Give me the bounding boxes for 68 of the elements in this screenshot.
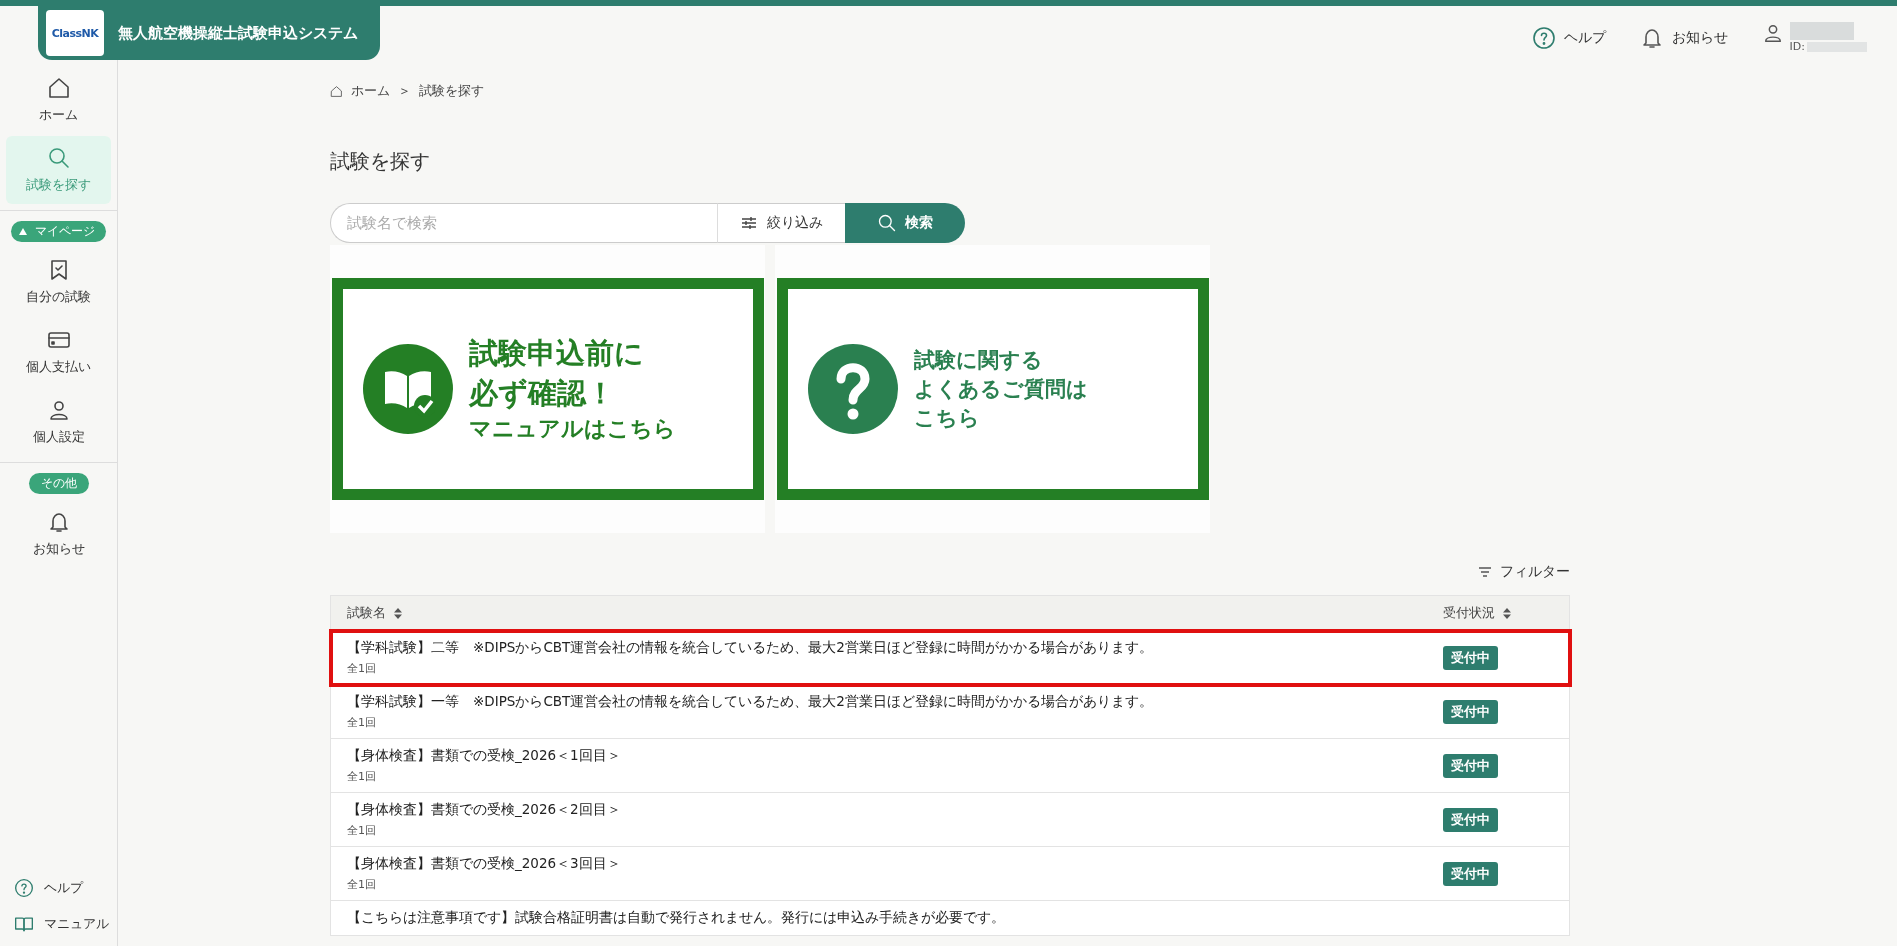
app-title: 無人航空機操縦士試験申込システム [118,23,358,43]
banner[interactable]: 試験申込前に 必ず確認！ マニュアルはこちら [330,245,765,533]
sidebar-item[interactable]: 自分の試験 [6,248,111,316]
sidebar-item[interactable]: ホーム [6,66,111,134]
table-row[interactable]: 【学科試験】二等 ※DIPSからCBT運営会社の情報を統合しているため、最大2営業日ほど登録に時間がかかる場合があります。 全1回 受付中 [330,630,1570,685]
banner-text: こちら [913,404,981,432]
blurred-user-id [1807,41,1867,52]
app-brand-bar[interactable]: ClassNK 無人航空機操縦士試験申込システム [38,6,380,60]
session-count: 全1回 [347,661,377,676]
logo: ClassNK [46,10,104,56]
table-row[interactable]: 【身体検査】書類での受検_2026＜3回目＞ 全1回 受付中 [330,846,1570,901]
status-badge: 受付中 [1443,861,1498,886]
search-button[interactable]: 検索 [845,203,965,243]
column-header[interactable]: 試験名 [347,604,402,622]
exam-name: 【こちらは注意事項です】試験合格証明書は自動で発行されません。発行には申込み手続きが必要です。 [347,909,1006,927]
exam-name: 【身体検査】書類での受検_2026＜3回目＞ [347,855,622,873]
home-icon [330,84,343,98]
sidebar-item[interactable]: 個人支払い [6,318,111,386]
session-count: 全1回 [347,769,377,784]
help-icon [14,878,34,898]
status-badge: 受付中 [1443,807,1498,832]
book-check-icon [362,344,453,434]
banner-text: 試験に関する [913,346,1044,374]
status-badge: 受付中 [1443,699,1498,724]
session-count: 全1回 [347,823,377,838]
table-row[interactable]: 【身体検査】書類での受検_2026＜1回目＞ 全1回 受付中 [330,738,1570,793]
footer-link[interactable]: マニュアル [14,914,117,934]
status-badge: 受付中 [1443,753,1498,778]
home-icon [46,76,71,100]
up-triangle-icon [19,228,28,235]
exam-name: 【学科試験】二等 ※DIPSからCBT運営会社の情報を統合しているため、最大2営業日ほど登録に時間がかかる場合があります。 [347,639,1154,657]
breadcrumb-item: 試験を探す [419,82,484,100]
sidebar-item[interactable]: お知らせ [6,500,111,568]
exam-name: 【学科試験】一等 ※DIPSからCBT運営会社の情報を統合しているため、最大2営業日ほど登録に時間がかかる場合があります。 [347,693,1154,711]
banner-text: 試験申込前に [468,335,645,372]
user-id-label: ID: [1789,40,1805,53]
banner-text: マニュアルはこちら [468,415,676,443]
footer-link[interactable]: ヘルプ [14,878,117,898]
header-link[interactable]: ヘルプ [1531,25,1606,50]
banner[interactable]: 試験に関する よくあるご質問は こちら [775,245,1210,533]
sort-icon [394,607,402,619]
exam-name: 【身体検査】書類での受検_2026＜2回目＞ [347,801,622,819]
sliders-icon [740,216,757,230]
session-count: 全1回 [347,877,377,892]
blurred-username [1789,22,1854,40]
banner-text: よくあるご質問は [913,375,1088,403]
breadcrumb-separator: ＞ [398,82,411,100]
search-field[interactable]: 試験名で検索 [330,203,717,243]
status-badge: 受付中 [1443,645,1498,670]
search-icon [46,146,71,170]
header-link[interactable]: お知らせ [1639,25,1728,50]
session-count: 全1回 [347,715,377,730]
filter-icon [1478,567,1492,577]
question-mark-icon [807,344,898,434]
filter-link[interactable]: フィルター [1478,563,1570,581]
banner-text: 必ず確認！ [468,375,616,412]
table-row[interactable]: 【学科試験】一等 ※DIPSからCBT運営会社の情報を統合しているため、最大2営業日ほど登録に時間がかかる場合があります。 全1回 受付中 [330,684,1570,739]
section-label: その他 [28,473,89,494]
exam-name: 【身体検査】書類での受検_2026＜1回目＞ [347,747,622,765]
page-title: 試験を探す [330,148,431,175]
table-row[interactable]: 【こちらは注意事項です】試験合格証明書は自動で発行されません。発行には申込み手続きが必要です。 [330,900,1570,936]
sort-icon [1503,607,1511,619]
help-icon [1531,25,1556,50]
table-row[interactable]: 【身体検査】書類での受検_2026＜2回目＞ 全1回 受付中 [330,792,1570,847]
search-icon [877,213,897,233]
sidebar-item[interactable]: 個人設定 [6,388,111,456]
filter-button[interactable]: 絞り込み [717,203,845,243]
breadcrumb-item[interactable]: ホーム [351,82,390,100]
